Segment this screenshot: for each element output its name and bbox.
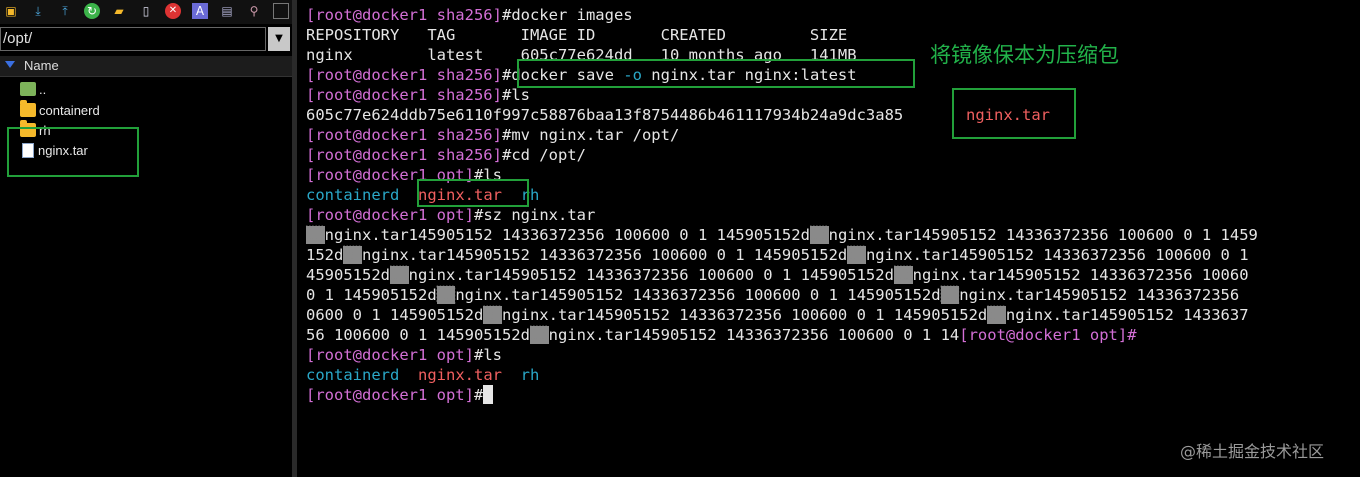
annotation-text: 将镜像保本为压缩包	[930, 43, 1119, 67]
garbled-char: ▒▒	[436, 286, 456, 304]
file-toolbar: ▣ ⤓ ⤒ ↻ ▰ ▯ ✕ A ▤ ⚲	[0, 0, 292, 24]
new-file-icon[interactable]: ▯	[138, 3, 154, 19]
terminal-line: 0600 0 1 145905152d▒▒nginx.tar145905152 …	[306, 306, 1249, 324]
highlight-box	[7, 127, 139, 177]
garbled-char: ▒▒	[809, 226, 829, 244]
delete-icon[interactable]: ✕	[165, 3, 181, 19]
file-item-label: ..	[39, 81, 47, 97]
download-icon[interactable]: ⤓	[30, 3, 46, 19]
terminal-line: [root@docker1 opt]#sz nginx.tar	[306, 206, 596, 224]
terminal-line: [root@docker1 opt]#ls	[306, 346, 502, 364]
sort-arrow-icon	[5, 61, 15, 68]
garbled-char: ▒▒	[529, 326, 549, 344]
garbled-char: ▒▒	[893, 266, 913, 284]
terminal-line: 152d▒▒nginx.tar145905152 14336372356 100…	[306, 246, 1249, 264]
garbled-char: ▒▒	[343, 246, 362, 264]
folder-icon	[20, 100, 36, 117]
new-folder-icon[interactable]: ▰	[111, 3, 127, 19]
terminal-line: 45905152d▒▒nginx.tar145905152 1433637235…	[306, 266, 1249, 284]
garbled-char: ▒▒	[483, 306, 502, 324]
cursor	[483, 385, 494, 404]
terminal-line: 605c77e624ddb75e6110f997c58876baa13f8754…	[306, 106, 904, 124]
parent-folder-icon	[20, 82, 36, 96]
path-input[interactable]: /opt/	[0, 27, 266, 51]
terminal-line: [root@docker1 sha256]#docker images	[306, 6, 633, 24]
terminal-line: [root@docker1 sha256]#cd /opt/	[306, 146, 586, 164]
refresh-icon[interactable]: ↻	[84, 3, 100, 19]
open-folder-icon[interactable]: ▣	[3, 3, 19, 19]
rename-icon[interactable]: A	[192, 3, 208, 19]
properties-icon[interactable]: ▤	[219, 3, 235, 19]
garbled-char: ▒▒	[940, 286, 960, 304]
terminal-line: REPOSITORY TAG IMAGE ID CREATED SIZE	[306, 26, 848, 44]
garbled-char: ▒▒	[987, 306, 1006, 324]
terminal-line: 56 100600 0 1 145905152d▒▒nginx.tar14590…	[306, 326, 1137, 344]
highlight-box	[517, 59, 915, 88]
terminal-line: 0 1 145905152d▒▒nginx.tar145905152 14336…	[306, 286, 1240, 304]
terminal-line: containerd nginx.tar rh	[306, 366, 540, 384]
file-item-label: containerd	[39, 102, 100, 118]
terminal-icon[interactable]	[273, 3, 289, 19]
terminal-line: [root@docker1 sha256]#mv nginx.tar /opt/	[306, 126, 680, 144]
file-item-containerd[interactable]: containerd	[20, 100, 100, 119]
terminal[interactable]: [root@docker1 sha256]#docker images REPO…	[297, 0, 1360, 477]
watermark: @稀土掘金技术社区	[1180, 442, 1325, 461]
column-header[interactable]: Name	[0, 56, 292, 77]
upload-icon[interactable]: ⤒	[57, 3, 73, 19]
chevron-down-icon[interactable]: ▼	[268, 27, 290, 51]
file-item-parent[interactable]: ..	[20, 80, 46, 98]
highlight-box	[417, 179, 529, 207]
garbled-char: ▒▒	[390, 266, 409, 284]
garbled-char: ▒▒	[306, 226, 325, 244]
highlight-box	[952, 88, 1076, 139]
terminal-line: ▒▒nginx.tar145905152 14336372356 100600 …	[306, 226, 1258, 244]
garbled-char: ▒▒	[847, 246, 866, 264]
terminal-line: [root@docker1 sha256]#ls	[306, 86, 530, 104]
terminal-line: [root@docker1 opt]#	[306, 385, 494, 405]
wand-icon[interactable]: ⚲	[246, 3, 262, 19]
column-name-label: Name	[24, 58, 59, 73]
file-browser-pane: ▣ ⤓ ⤒ ↻ ▰ ▯ ✕ A ▤ ⚲ /opt/ ▼ Name .. cont…	[0, 0, 293, 477]
